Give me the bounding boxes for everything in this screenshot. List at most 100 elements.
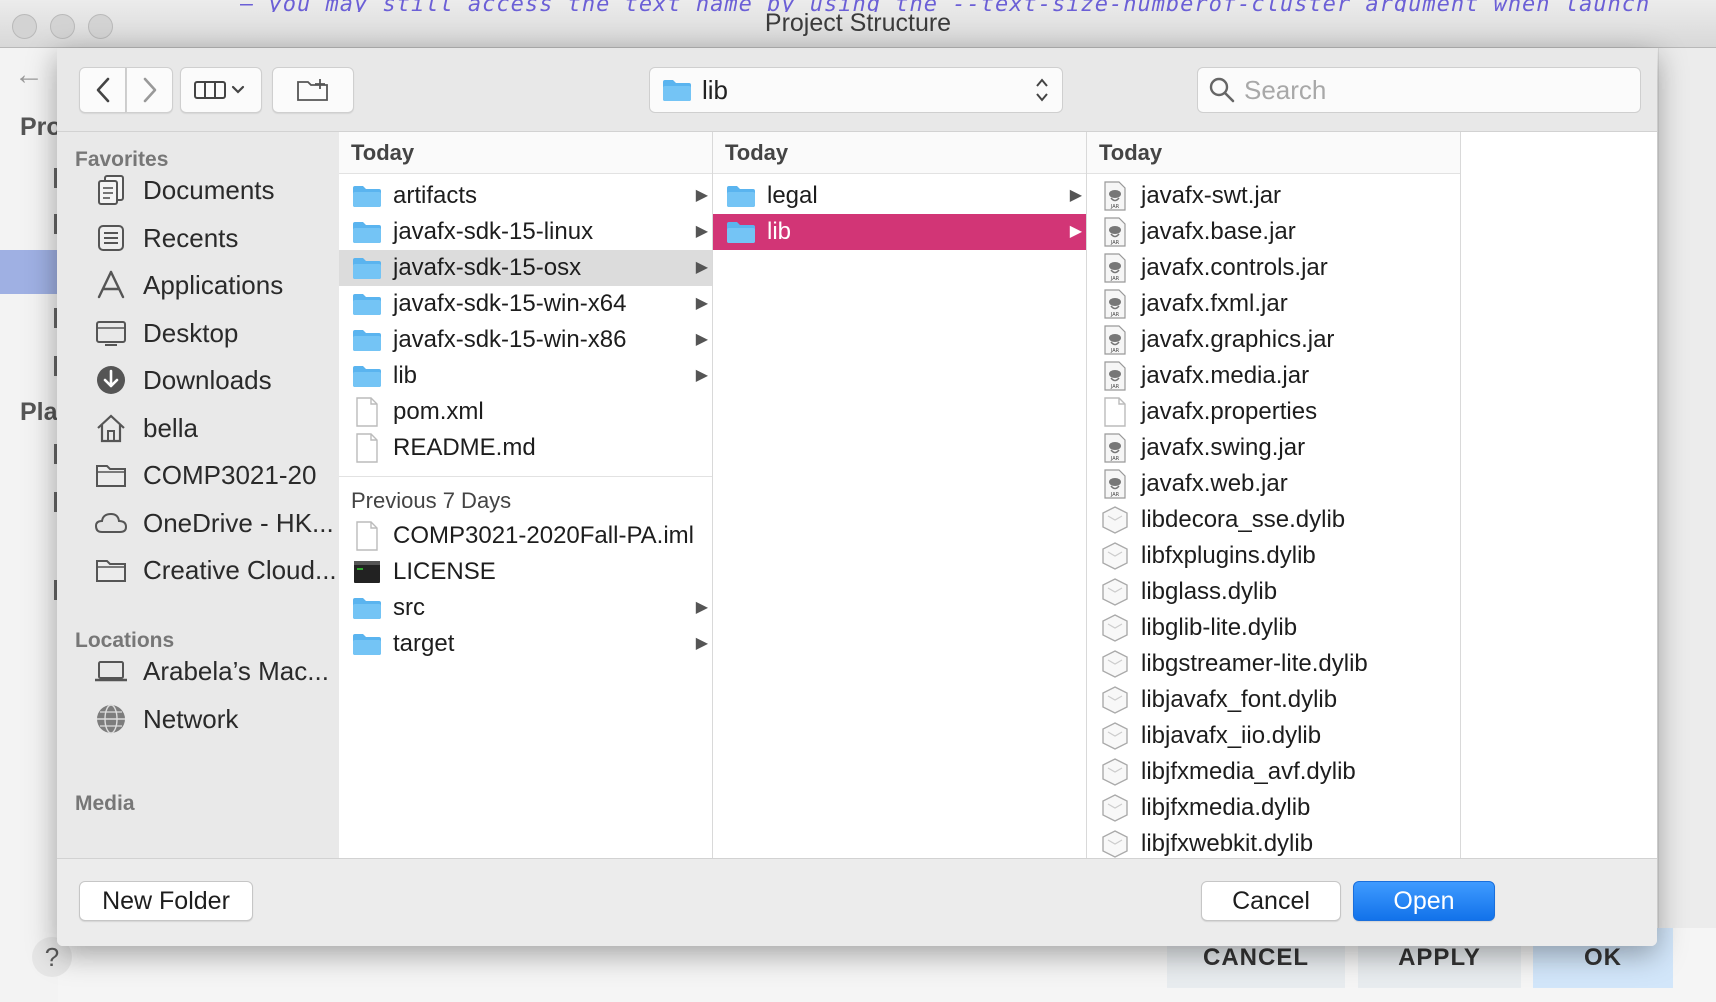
dylib-file-icon [1099,757,1131,787]
list-item-selected[interactable]: lib ▶ [713,214,1086,250]
item-name: javafx.fxml.jar [1141,290,1288,317]
new-folder-button[interactable]: New Folder [79,881,253,921]
list-item[interactable]: libglass.dylib [1087,574,1460,610]
sidebar-item-applications[interactable]: Applications [93,264,363,306]
list-item[interactable]: javafx.properties [1087,394,1460,430]
list-item[interactable]: JAR javafx.controls.jar [1087,250,1460,286]
item-name: javafx-sdk-15-linux [393,218,594,245]
path-dropdown[interactable]: lib [649,67,1063,113]
recents-icon [93,220,129,256]
dialog-footer: New Folder Cancel Open [57,858,1657,946]
list-item[interactable]: legal ▶ [713,178,1086,214]
item-name: libjavafx_font.dylib [1141,686,1338,713]
list-item[interactable]: libgstreamer-lite.dylib [1087,646,1460,682]
list-item[interactable]: lib ▶ [339,358,712,394]
sidebar-item-onedrive[interactable]: OneDrive - HK... [93,502,363,544]
list-item[interactable]: libdecora_sse.dylib [1087,502,1460,538]
sidebar-item-creative-cloud[interactable]: Creative Cloud... [93,549,363,591]
sidebar-item-comp3021[interactable]: COMP3021-20 [93,454,363,496]
list-item[interactable]: README.md [339,430,712,466]
sidebar-item-downloads[interactable]: Downloads [93,359,363,401]
sidebar-item-recents[interactable]: Recents [93,217,363,259]
list-item[interactable]: JAR javafx.fxml.jar [1087,286,1460,322]
svg-text:JAR: JAR [1110,240,1120,246]
ide-sidebar-heading: Pro [20,113,62,141]
svg-text:JAR: JAR [1110,204,1120,210]
search-input[interactable] [1244,74,1624,106]
window-title: Project Structure [764,9,952,37]
back-button[interactable] [79,67,126,113]
item-name: javafx.graphics.jar [1141,326,1335,353]
sidebar-item-home[interactable]: bella [93,407,363,449]
list-item[interactable]: javafx-sdk-15-win-x64 ▶ [339,286,712,322]
item-name: javafx.media.jar [1141,362,1310,389]
disclosure-arrow-icon: ▶ [695,223,708,240]
sidebar-item-network[interactable]: Network [93,698,363,740]
list-item[interactable]: javafx-sdk-15-win-x86 ▶ [339,322,712,358]
item-name: lib [767,218,792,245]
sidebar-item-label: Applications [143,269,284,300]
dylib-file-icon [1099,613,1131,643]
svg-text:JAR: JAR [1110,456,1120,462]
chevron-left-icon [96,77,109,103]
list-item[interactable]: JAR javafx.graphics.jar [1087,322,1460,358]
finder-sidebar: Favorites Documents Recents Applications… [57,132,369,858]
open-button[interactable]: Open [1353,881,1495,921]
list-item[interactable]: libfxplugins.dylib [1087,538,1460,574]
new-folder-toolbar-button[interactable] [272,67,354,113]
list-item[interactable]: libjfxwebkit.dylib [1087,826,1460,858]
section-header-previous-7-days: Previous 7 Days [339,476,712,518]
list-item[interactable]: javafx-sdk-15-osx ▶ [339,250,712,286]
list-item[interactable]: JAR javafx.swing.jar [1087,430,1460,466]
view-mode-button[interactable] [180,67,262,113]
ide-sidebar-selected-item[interactable] [0,250,58,294]
list-item[interactable]: javafx-sdk-15-linux ▶ [339,214,712,250]
jar-file-icon: JAR [1099,253,1131,283]
list-item[interactable]: JAR javafx-swt.jar [1087,178,1460,214]
column-header: Today [339,132,712,174]
svg-text:JAR: JAR [1110,492,1120,498]
list-item[interactable]: JAR javafx.web.jar [1087,466,1460,502]
path-dropdown-value: lib [702,74,729,105]
cancel-button[interactable]: Cancel [1201,881,1341,921]
sidebar-item-desktop[interactable]: Desktop [93,312,363,354]
sidebar-item-label: Creative Cloud... [143,554,337,585]
dylib-file-icon [1099,649,1131,679]
sidebar-item-documents[interactable]: Documents [93,169,363,211]
search-field[interactable] [1197,67,1641,113]
folder-icon [93,552,129,588]
list-item[interactable]: libjfxmedia_avf.dylib [1087,754,1460,790]
list-item[interactable]: JAR javafx.base.jar [1087,214,1460,250]
svg-text:JAR: JAR [1110,384,1120,390]
dylib-file-icon [1099,829,1131,858]
list-item[interactable]: libglib-lite.dylib [1087,610,1460,646]
list-item[interactable]: artifacts ▶ [339,178,712,214]
disclosure-arrow-icon: ▶ [1069,223,1082,240]
disclosure-arrow-icon: ▶ [695,259,708,276]
sidebar-item-mac[interactable]: Arabela’s Mac... [93,650,363,692]
jar-file-icon: JAR [1099,361,1131,391]
list-item[interactable]: libjavafx_font.dylib [1087,682,1460,718]
forward-button[interactable] [126,67,173,113]
list-item[interactable]: libjfxmedia.dylib [1087,790,1460,826]
sidebar-item-label: Recents [143,222,239,253]
jar-file-icon: JAR [1099,289,1131,319]
back-arrow-icon[interactable]: ← [14,58,44,92]
item-name: libjfxwebkit.dylib [1141,830,1314,857]
svg-text:JAR: JAR [1110,348,1120,354]
jar-file-icon: JAR [1099,217,1131,247]
list-item[interactable]: COMP3021-2020Fall-PA.iml [339,518,712,554]
list-item[interactable]: pom.xml [339,394,712,430]
list-item[interactable]: target ▶ [339,626,712,662]
item-name: legal [767,182,818,209]
dylib-file-icon [1099,541,1131,571]
document-file-icon [351,433,383,463]
folder-icon [351,181,383,211]
list-item[interactable]: LICENSE [339,554,712,590]
list-item[interactable]: src ▶ [339,590,712,626]
empty-column-area [1461,132,1657,858]
sidebar-item-label: Desktop [143,317,239,348]
list-item[interactable]: libjavafx_iio.dylib [1087,718,1460,754]
list-item[interactable]: JAR javafx.media.jar [1087,358,1460,394]
dylib-file-icon [1099,721,1131,751]
